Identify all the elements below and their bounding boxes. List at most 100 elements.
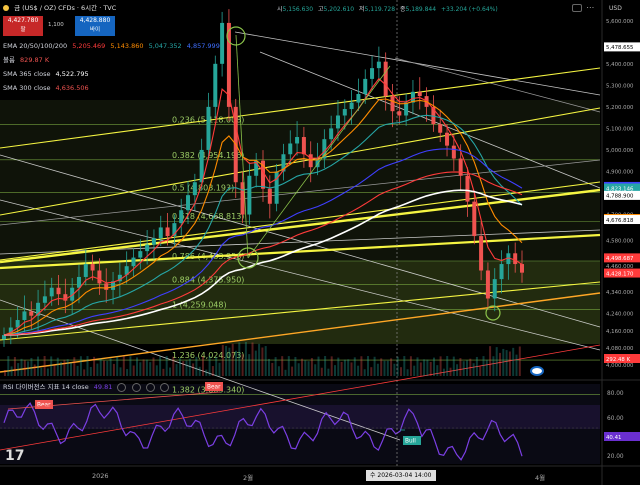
sma365-legend[interactable]: SMA 365 close 4,522.795: [3, 69, 92, 80]
volume-bar: [469, 358, 472, 376]
ohlc-open-label: 시: [277, 6, 283, 13]
volume-bar: [370, 367, 373, 376]
volume-bar: [393, 363, 396, 376]
flag-icon[interactable]: [530, 366, 544, 376]
candle-body: [342, 109, 347, 116]
buy-box[interactable]: 4,428.880 바이: [75, 16, 115, 36]
volume-bar: [297, 363, 300, 376]
candle-body: [247, 175, 252, 215]
volume-bar: [73, 357, 76, 376]
volume-bar: [192, 363, 195, 376]
sell-box[interactable]: 4,427.780 팔: [3, 16, 43, 36]
volume-bar: [409, 356, 412, 376]
candle-body: [158, 227, 163, 239]
volume-bar: [489, 346, 492, 376]
price-tag-label: 4,676.818: [606, 218, 634, 224]
candle-body: [56, 287, 61, 295]
candle-body: [513, 253, 518, 265]
qty-value[interactable]: 1,100: [48, 22, 64, 28]
volume-bar: [268, 358, 270, 376]
volume-bar: [112, 363, 115, 376]
candle-body: [49, 287, 54, 297]
ohlc-low-label: 저: [359, 6, 365, 13]
sma365-label: SMA 365 close: [3, 70, 51, 78]
volume-bar: [291, 366, 294, 376]
volume-bar: [446, 356, 449, 376]
volume-bar: [347, 359, 350, 376]
volume-bar: [492, 356, 495, 376]
volume-bar: [274, 357, 277, 376]
volume-bar: [261, 347, 264, 376]
symbol-name[interactable]: 금 (US$ / OZ) CFDs · 6시간 · TVC: [14, 4, 116, 12]
volume-legend[interactable]: 볼륨 829.87 K: [3, 55, 52, 66]
sma300-legend[interactable]: SMA 300 close 4,636.506: [3, 83, 92, 94]
volume-bar: [169, 367, 171, 376]
price-tick-label: 4,160.000: [606, 329, 634, 335]
price-tick-label: 4,240.000: [606, 312, 634, 318]
price-tick-label: 5,100.000: [606, 126, 634, 132]
volume-bar: [310, 358, 313, 376]
candle-body: [445, 132, 450, 146]
volume-bar: [231, 343, 234, 376]
candle-body: [397, 111, 402, 116]
candle-body: [356, 93, 361, 103]
candle-body: [83, 264, 88, 277]
volume-bar: [459, 358, 462, 376]
volume-bar: [83, 369, 86, 376]
sma300-value: 4,636.506: [55, 84, 89, 92]
volume-bar: [53, 364, 56, 376]
candle-body: [90, 264, 95, 271]
volume-bar: [17, 363, 20, 376]
volume-bar: [271, 362, 274, 376]
volume-bar: [132, 365, 135, 376]
volume-bar: [512, 347, 515, 376]
candle-body: [76, 276, 81, 288]
volume-bar: [103, 360, 105, 376]
screenshot-icon[interactable]: [572, 4, 582, 12]
volume-bar: [383, 360, 386, 376]
candle-body: [288, 143, 293, 155]
rsi-value: 49.81: [93, 383, 113, 391]
volume-bar: [188, 358, 191, 376]
volume-bar: [46, 368, 49, 376]
candle-body: [438, 124, 443, 133]
candle-body: [179, 210, 184, 224]
ema-legend[interactable]: EMA 20/50/100/200 5,205.469 5,143.860 5,…: [3, 41, 223, 52]
candle-body: [186, 195, 191, 211]
volume-bar: [426, 359, 429, 376]
price-tick-label: 4,000.000: [606, 363, 634, 369]
rsi-more-icon[interactable]: [159, 382, 169, 392]
candle-body: [192, 182, 197, 196]
volume-bar: [284, 369, 287, 376]
volume-bar: [139, 362, 142, 376]
volume-bar: [248, 354, 251, 376]
volume-bar: [264, 346, 267, 376]
rsi-legend[interactable]: RSI 다이버전스 지표 14 close 49.81: [3, 381, 172, 392]
ema50-value: 5,143.860: [110, 42, 144, 50]
volume-bar: [324, 356, 327, 376]
main-chart-svg[interactable]: 5,600.000 5,400.000 5,300.000 5,200.000 5,10…: [0, 0, 640, 485]
volume-bar: [145, 359, 148, 376]
volume-bar: [502, 348, 505, 376]
volume-bar: [294, 356, 297, 376]
rsi-visibility-icon[interactable]: [117, 382, 127, 392]
volume-bar: [429, 361, 432, 376]
price-tick-label: 4,900.000: [606, 169, 634, 175]
rsi-settings-icon[interactable]: [131, 382, 141, 392]
volume-bar: [10, 366, 13, 376]
more-icon[interactable]: ⋯: [586, 3, 594, 12]
candle-body: [29, 311, 34, 316]
rsi-band: [0, 405, 600, 429]
chart-root: 5,600.000 5,400.000 5,300.000 5,200.000 5,10…: [0, 0, 640, 485]
volume-bar: [287, 356, 290, 376]
price-tick-label: 5,300.000: [606, 83, 634, 89]
rsi-bear-tag-label: Bear: [207, 385, 221, 391]
volume-bar: [403, 356, 406, 376]
rsi-delete-icon[interactable]: [145, 382, 155, 392]
volume-bar: [43, 356, 46, 376]
volume-bar: [376, 363, 379, 376]
ohlc-close-label: 종: [400, 6, 406, 13]
candle-body: [370, 68, 375, 79]
sell-label: 팔: [20, 27, 26, 33]
currency-label[interactable]: USD: [609, 5, 622, 12]
